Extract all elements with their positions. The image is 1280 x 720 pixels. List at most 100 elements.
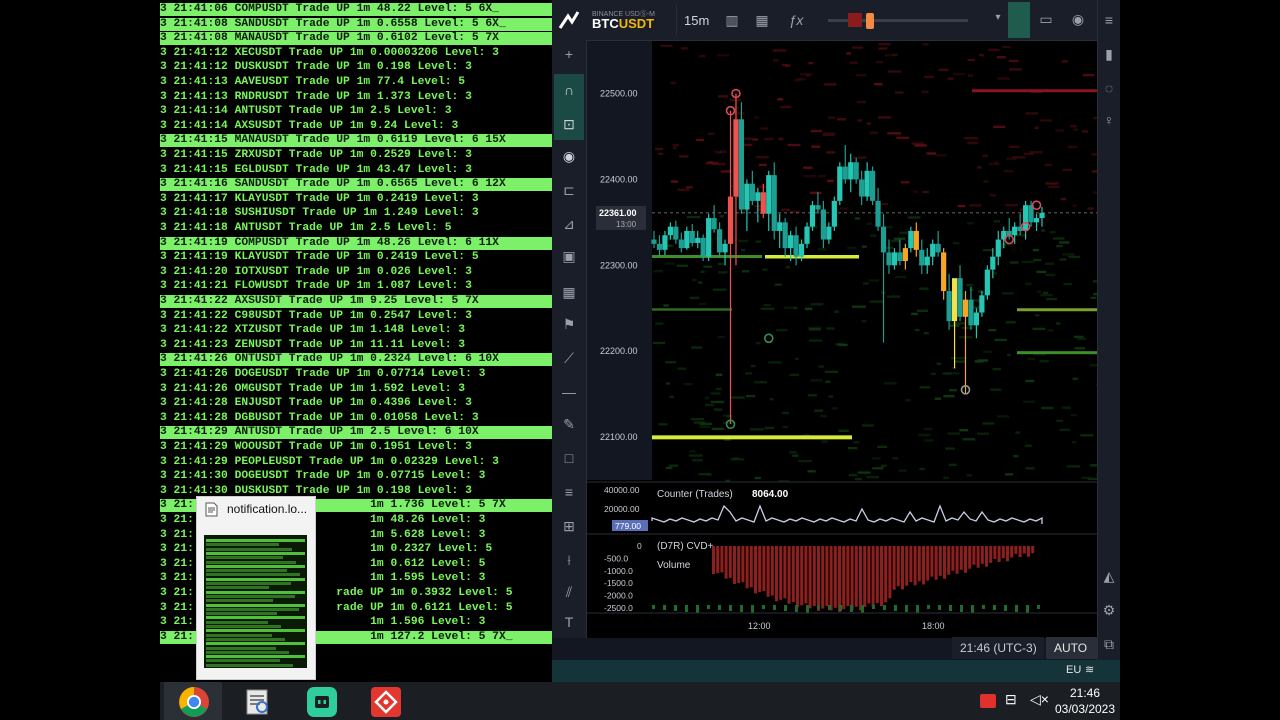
log-line: 3 21:41:28 ENJUSDT Trade UP 1m 0.4396 Le… (160, 397, 472, 410)
thumbnail-line (206, 659, 280, 663)
heatmap-cell (935, 154, 947, 157)
eye-icon[interactable]: ◉ (557, 148, 581, 165)
cvd-bar (854, 546, 858, 607)
chart-type-icon[interactable]: ▥ (720, 12, 744, 29)
cvd-bar (1031, 546, 1035, 554)
cvd-bar (737, 546, 741, 584)
heatmap-cell (983, 180, 989, 183)
candle-body (886, 252, 892, 266)
heatmap-cell (878, 116, 892, 119)
volume-bar (1015, 605, 1018, 612)
network-icon[interactable]: ⊟ (1005, 691, 1017, 708)
heatmap-cell (834, 310, 839, 313)
chart-canvas[interactable]: 22500.00 22400.00 22300.00 22200.00 22100.00… (552, 0, 1120, 682)
heatmap-cell (1074, 335, 1084, 339)
cvd-bar (1001, 546, 1005, 559)
volume-bar (927, 605, 930, 609)
heatmap-cell (914, 144, 927, 147)
log-line: 3 21:41:13 RNDRUSDT Trade UP 1m 1.373 Le… (160, 90, 472, 103)
cvd-bar (800, 546, 804, 606)
horizontal-line-icon[interactable]: — (557, 384, 581, 400)
interval-button[interactable]: 15m (684, 13, 709, 28)
heatmap-cell (810, 129, 822, 133)
candle-body (908, 230, 914, 249)
symbol-selector[interactable]: BTCUSDT (592, 16, 654, 31)
bulb-icon[interactable]: ♀ (1098, 112, 1120, 128)
heatmap-cell (818, 175, 826, 178)
book-icon[interactable]: ▮ (1098, 46, 1120, 63)
thumbnail-line (206, 547, 292, 551)
heatmap-cell (1001, 292, 1014, 295)
trash-icon[interactable]: ▣ (557, 248, 581, 265)
vertical-line-icon[interactable]: ⟊ (557, 552, 581, 569)
lock-icon[interactable]: ⊡ (557, 116, 581, 133)
crosshair-icon[interactable]: + (557, 46, 581, 62)
time-tick-label: 18:00 (922, 621, 945, 631)
heatmap-cell (655, 322, 664, 325)
measure-icon[interactable]: ⊿ (557, 216, 581, 233)
thumbnail-line (206, 650, 289, 654)
chevron-down-icon[interactable]: ▾ (986, 12, 1010, 23)
heatmap-cell (667, 244, 672, 247)
time-status-bar: 21:46 (UTC-3) AUTO (552, 637, 1097, 660)
popout-icon[interactable]: ⧉ (1098, 636, 1120, 653)
heatmap-cell (1081, 130, 1089, 133)
cvd-bar (766, 546, 770, 597)
heatmap-cell (930, 372, 936, 376)
system-clock[interactable]: 21:46 03/03/2023 (1050, 685, 1120, 717)
magnet-icon[interactable]: ∩ (557, 82, 581, 98)
parallel-channel-icon[interactable]: ⫽ (557, 584, 581, 601)
heatmap-cell (658, 423, 668, 426)
heatmap-cell (710, 392, 721, 395)
ruler-icon[interactable]: ⟋ (557, 350, 581, 367)
fib-icon[interactable]: ≡ (557, 484, 581, 500)
unlock-icon[interactable]: ⊏ (557, 182, 581, 199)
table-icon[interactable]: ⊞ (557, 518, 581, 535)
heatmap-cell (1066, 465, 1081, 468)
window-icon[interactable]: ▭ (1034, 11, 1058, 28)
layout-grid-icon[interactable]: ▦ (750, 12, 774, 29)
heatmap-cell (808, 328, 821, 331)
rectangle-icon[interactable]: □ (557, 450, 581, 466)
chrome-icon[interactable] (178, 686, 210, 718)
price-tick-label: 22300.00 (600, 260, 638, 270)
heatmap-cell (1003, 170, 1014, 173)
heatmap-cell (717, 151, 722, 154)
log-line: 3 21:41:26 DOGEUSDT Trade UP 1m 0.07714 … (160, 368, 486, 380)
candle-body (744, 183, 750, 210)
heatmap-cell (716, 387, 722, 391)
image-icon[interactable]: ◭ (1098, 568, 1120, 585)
log-line: 3 21:41:15 EGLDUSDT Trade UP 1m 43.47 Le… (160, 163, 472, 176)
camera-icon[interactable]: ◉ (1066, 11, 1090, 28)
slider-handle[interactable] (866, 13, 874, 29)
chat-icon[interactable]: ◌ (1098, 80, 1120, 96)
menu-icon[interactable]: ≡ (1098, 12, 1120, 28)
heatmap-cell (1055, 322, 1061, 325)
git-app-icon[interactable] (370, 686, 402, 718)
log-line: 3 21:41:22 C98USDT Trade UP 1m 0.2547 Le… (160, 309, 472, 322)
slider-mark-left (848, 13, 862, 27)
candle-body (897, 252, 903, 261)
chat-app-icon[interactable] (306, 686, 338, 718)
heatmap-cell (784, 306, 797, 309)
depth-toggle[interactable] (1008, 2, 1030, 38)
grid-icon[interactable]: ▦ (557, 284, 581, 301)
indicators-icon[interactable]: ƒx (784, 12, 808, 28)
volume-muted-icon[interactable]: ◁× (1030, 691, 1049, 708)
tray-app-icon[interactable] (980, 694, 996, 708)
file-viewer-icon[interactable] (242, 686, 274, 718)
text-tool-icon[interactable]: T (557, 614, 581, 630)
trading-chart-window[interactable]: 22500.00 22400.00 22300.00 22200.00 22100.00… (552, 0, 1120, 682)
heatmap-cell (789, 451, 797, 454)
flag-icon[interactable]: ⚑ (557, 316, 581, 333)
thumbnail-line (206, 646, 276, 650)
settings-icon[interactable]: ⚙ (1098, 602, 1120, 619)
cvd-bar (716, 546, 720, 574)
heatmap-cell (947, 432, 961, 435)
notification-popup[interactable]: notification.lo... (196, 496, 316, 680)
heatmap-cell (872, 467, 884, 470)
pencil-icon[interactable]: ✎ (557, 416, 581, 433)
heatmap-cell (1087, 207, 1094, 210)
auto-scale-button[interactable]: AUTO (1054, 641, 1087, 655)
timezone-clock[interactable]: 21:46 (UTC-3) (960, 641, 1037, 655)
